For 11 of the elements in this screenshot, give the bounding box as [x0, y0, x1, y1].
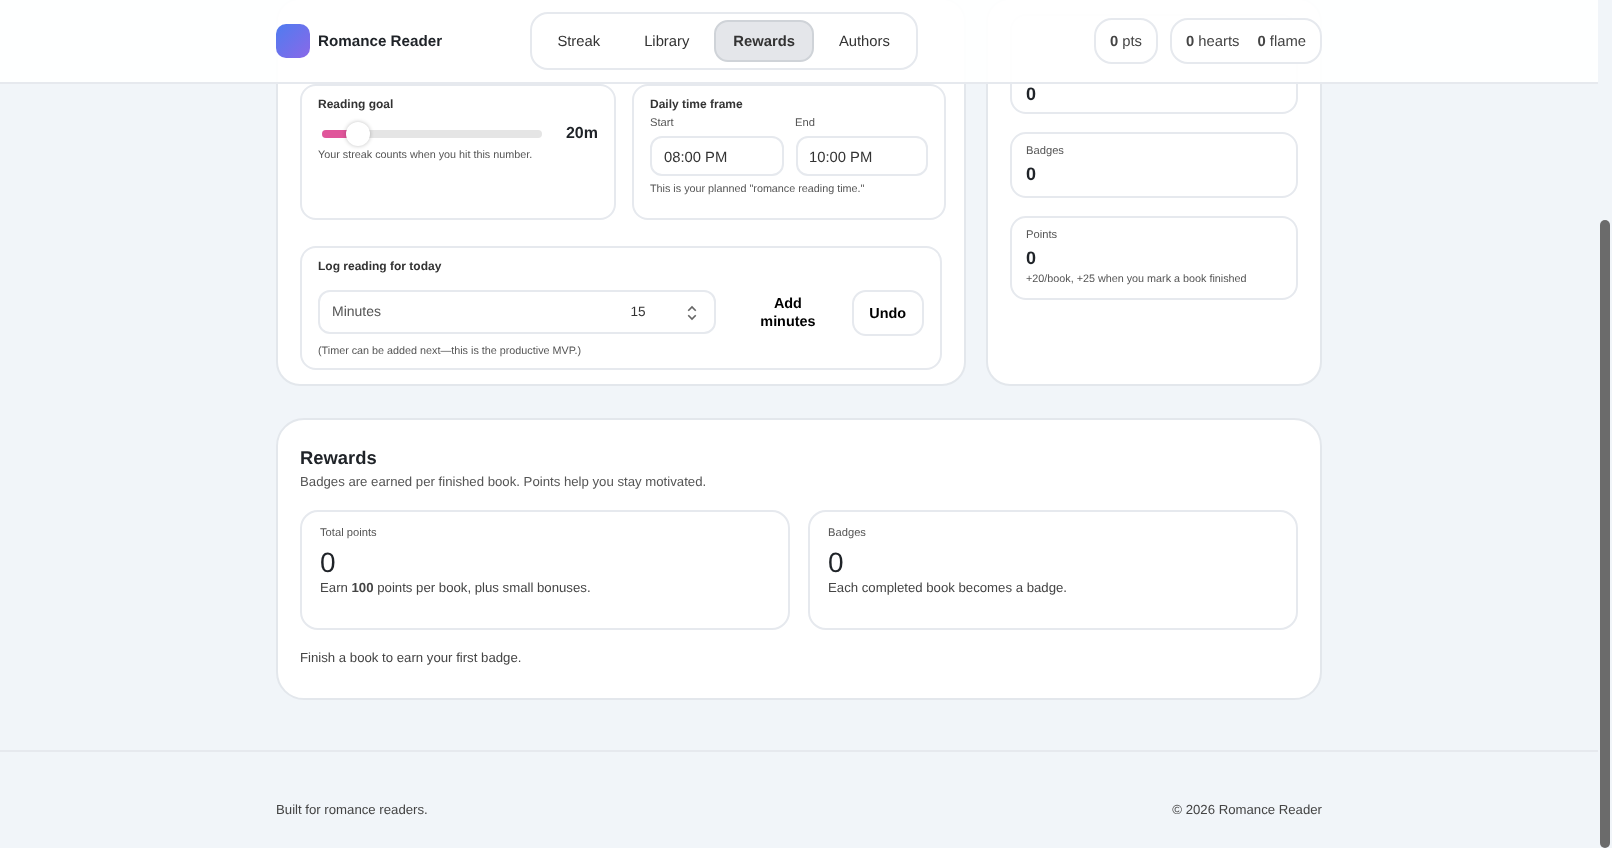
stat-value: 0: [828, 546, 846, 578]
stat-value: 0: [1026, 248, 1039, 268]
stat-value: 0: [1026, 164, 1039, 184]
scrollbar[interactable]: [1600, 220, 1610, 848]
goal-value: 20m: [565, 124, 598, 142]
spinner-icon[interactable]: [686, 303, 699, 321]
section-title: Rewards: [300, 448, 379, 468]
logo-icon: [276, 24, 310, 58]
slider-thumb[interactable]: [345, 121, 370, 145]
stat-value: 0: [1026, 84, 1037, 104]
stat-value: 0: [320, 546, 338, 578]
